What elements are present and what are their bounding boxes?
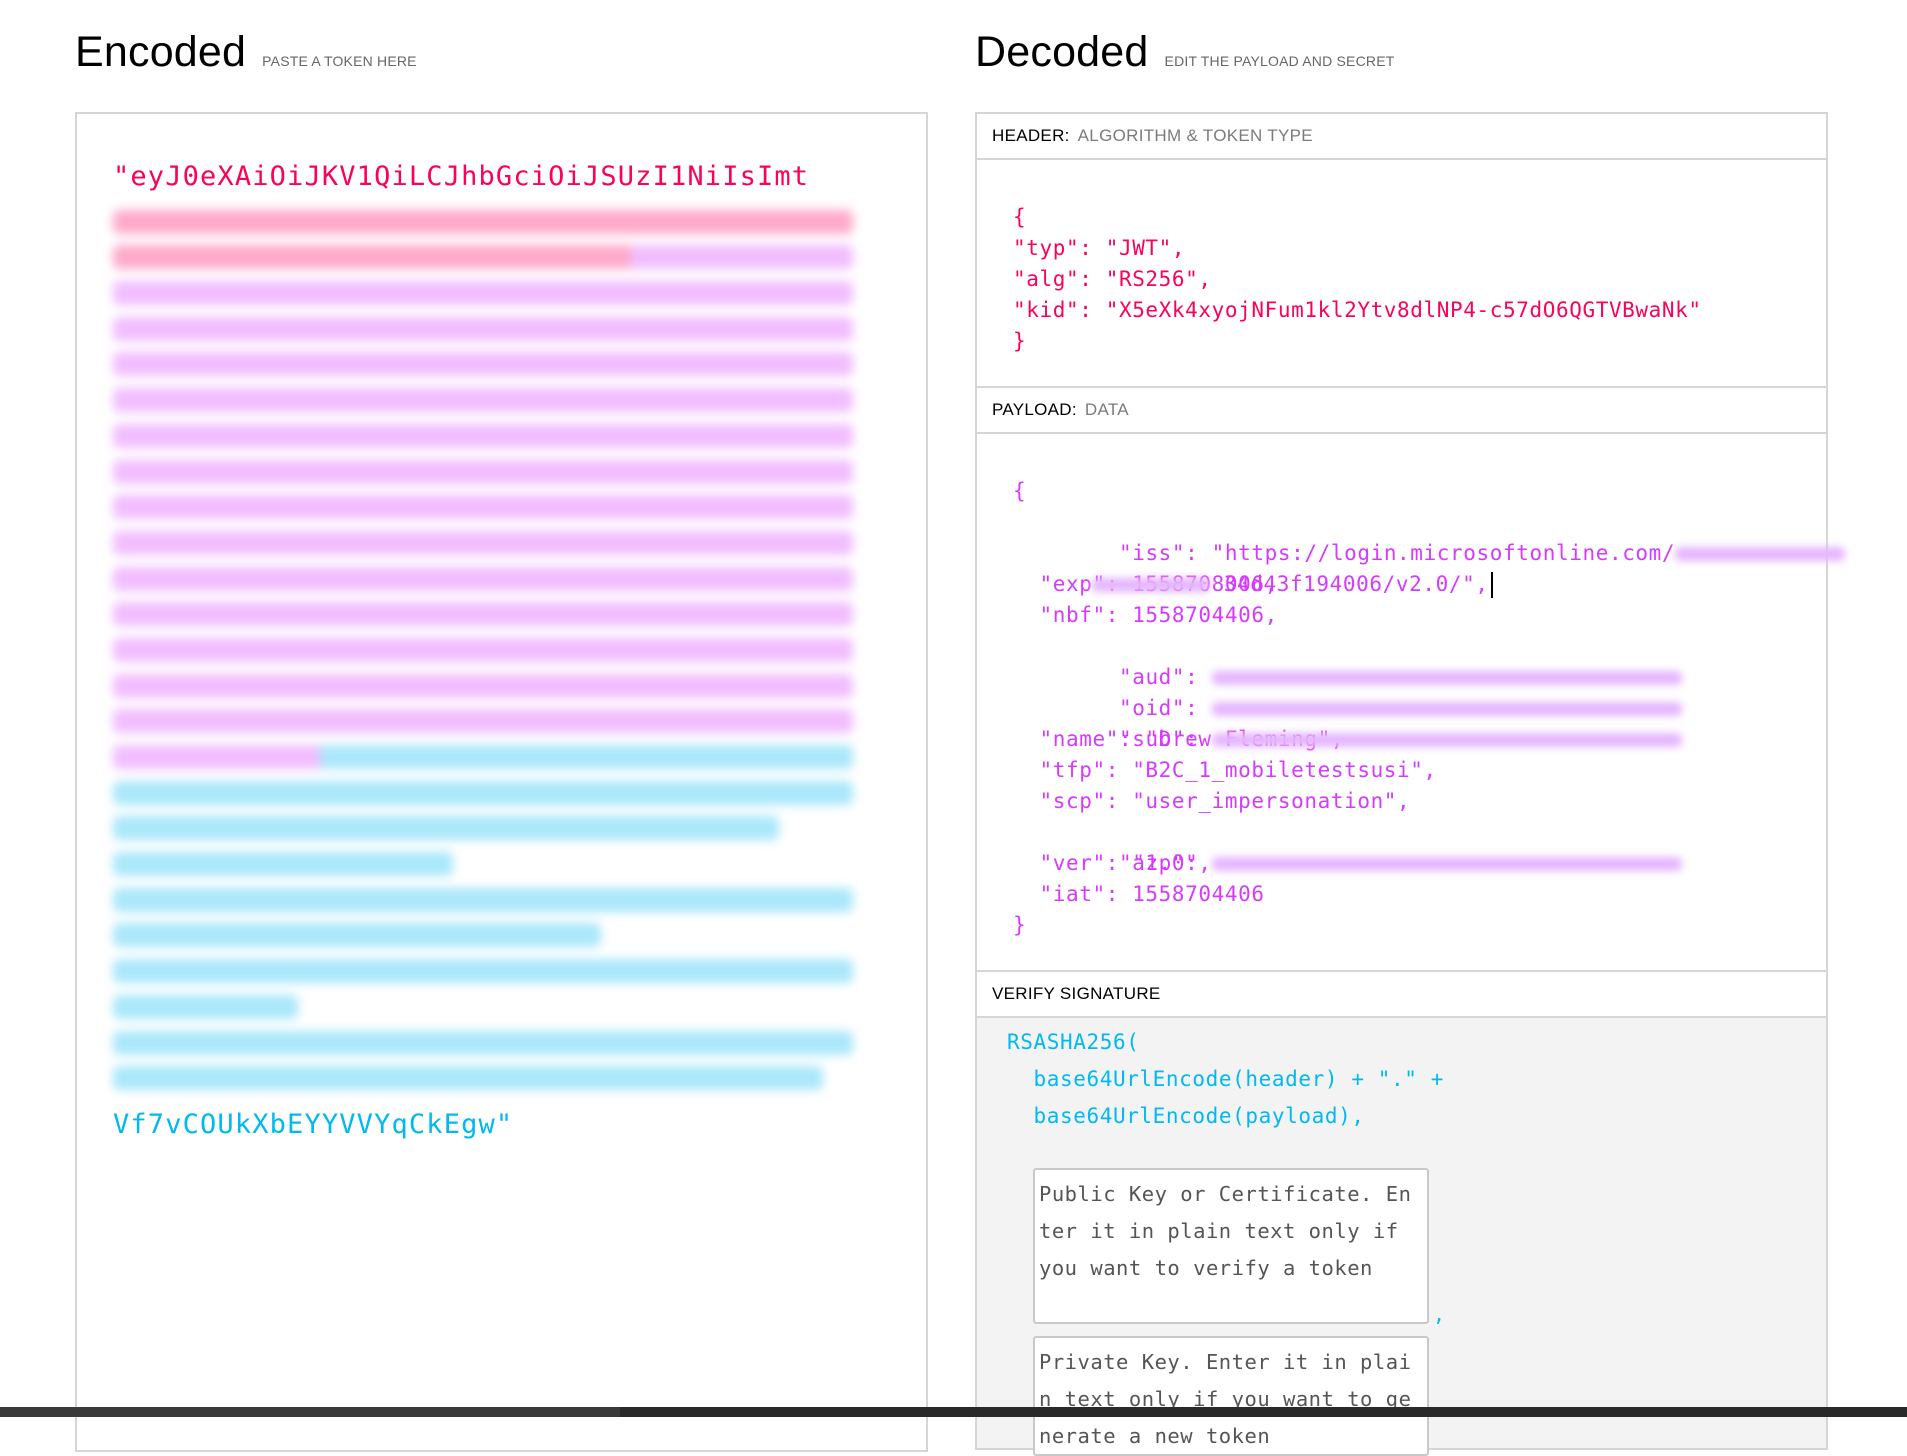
redacted-token-line bbox=[113, 673, 853, 698]
redacted-token-line bbox=[113, 816, 779, 841]
encoded-token-redacted bbox=[113, 209, 853, 1091]
redacted-token-line bbox=[113, 352, 853, 377]
verify-code-line: base64UrlEncode(payload), bbox=[1007, 1104, 1365, 1128]
text-cursor bbox=[1490, 572, 1493, 598]
redacted-token-line bbox=[113, 245, 853, 270]
redacted-token-line bbox=[113, 887, 853, 912]
verify-label: VERIFY SIGNATURE bbox=[992, 984, 1161, 1003]
payload-redacted-value bbox=[1675, 547, 1846, 561]
header-json-line: "typ": "JWT", bbox=[1013, 236, 1186, 260]
header-json-line: { bbox=[1013, 205, 1027, 229]
redacted-token-line bbox=[113, 745, 853, 769]
header-json-line: "kid": "X5eXk4xyojNFum1kl2Ytv8dlNP4-c57d… bbox=[1013, 298, 1702, 322]
redacted-token-line bbox=[113, 209, 853, 234]
redacted-token-line bbox=[113, 281, 853, 306]
payload-json-line: "nbf": 1558704406, bbox=[1013, 603, 1278, 627]
redacted-token-line bbox=[113, 388, 853, 413]
payload-json-editor[interactable]: { "iss": "https://login.microsoftonline.… bbox=[1013, 476, 1846, 941]
decoded-title: Decoded bbox=[975, 28, 1149, 76]
redacted-token-line bbox=[113, 709, 853, 734]
header-json-line: } bbox=[1013, 329, 1027, 353]
payload-panel-title: PAYLOAD: DATA bbox=[977, 388, 1826, 434]
verify-code-line: base64UrlEncode(header) + "." + bbox=[1007, 1067, 1445, 1091]
encoded-token-last-line: Vf7vCOUkXbEYYVVYqCkEgw" bbox=[113, 1108, 514, 1140]
payload-label: PAYLOAD: bbox=[992, 400, 1077, 419]
payload-key: "oid": bbox=[1092, 696, 1212, 720]
scrollbar-track bbox=[620, 1407, 1907, 1417]
payload-redacted-value bbox=[1092, 578, 1211, 592]
private-key-input[interactable]: Private Key. Enter it in plain text only… bbox=[1033, 1336, 1429, 1456]
verify-panel-title: VERIFY SIGNATURE bbox=[977, 972, 1826, 1018]
redacted-token-line bbox=[113, 602, 853, 627]
payload-redacted-value bbox=[1211, 857, 1682, 871]
verify-code-comma: , bbox=[1433, 1302, 1446, 1326]
decoded-subtitle: EDIT THE PAYLOAD AND SECRET bbox=[1164, 53, 1395, 69]
encoded-token-first-line: "eyJ0eXAiOiJKV1QiLCJhbGciOiJSUzI1NiIsImt bbox=[113, 161, 810, 192]
redacted-token-line bbox=[113, 1030, 853, 1055]
payload-panel: PAYLOAD: DATA { "iss": "https://login.mi… bbox=[975, 386, 1846, 972]
encoded-subtitle: PASTE A TOKEN HERE bbox=[262, 53, 417, 69]
redacted-token-line bbox=[113, 852, 454, 877]
encoded-title: Encoded bbox=[75, 28, 247, 76]
public-key-input[interactable]: Public Key or Certificate. Enter it in p… bbox=[1033, 1168, 1429, 1324]
redacted-token-line bbox=[113, 1066, 824, 1091]
payload-json-line: { bbox=[1013, 479, 1027, 503]
redacted-token-line bbox=[113, 637, 853, 662]
redacted-token-line bbox=[113, 959, 853, 984]
payload-json-line: "iat": 1558704406 bbox=[1013, 882, 1265, 906]
verify-code: RSASHA256( base64UrlEncode(header) + "."… bbox=[1007, 1024, 1444, 1135]
header-json-editor[interactable]: { "typ": "JWT", "alg": "RS256", "kid": "… bbox=[1013, 202, 1702, 357]
redacted-token-line bbox=[113, 566, 853, 591]
decoded-heading: Decoded EDIT THE PAYLOAD AND SECRET bbox=[975, 28, 1395, 77]
payload-json-line: "scp": "user_impersonation", bbox=[1013, 789, 1411, 813]
encoded-heading: Encoded PASTE A TOKEN HERE bbox=[75, 28, 417, 77]
payload-json-line: "azp": bbox=[1013, 817, 1845, 875]
payload-key: "aud": bbox=[1092, 665, 1212, 689]
redacted-token-line bbox=[113, 994, 298, 1019]
payload-json-line: "aud": bbox=[1013, 631, 1845, 689]
payload-json-line: "tfp": "B2C_1_mobiletestsusi", bbox=[1013, 758, 1437, 782]
header-description: ALGORITHM & TOKEN TYPE bbox=[1077, 126, 1313, 145]
payload-json-line: "iss": "https://login.microsoftonline.co… bbox=[1013, 507, 1846, 565]
encoded-token-editor[interactable]: "eyJ0eXAiOiJKV1QiLCJhbGciOiJSUzI1NiIsImt… bbox=[75, 112, 928, 1452]
redacted-token-line bbox=[113, 459, 853, 484]
redacted-token-line bbox=[113, 923, 602, 948]
verify-signature-panel: VERIFY SIGNATURE RSASHA256( base64UrlEnc… bbox=[975, 970, 1828, 1456]
redacted-token-line bbox=[113, 423, 853, 448]
header-panel: HEADER: ALGORITHM & TOKEN TYPE { "typ": … bbox=[975, 112, 1828, 388]
horizontal-scrollbar[interactable] bbox=[0, 1407, 1907, 1417]
redacted-token-line bbox=[113, 495, 853, 520]
header-panel-title: HEADER: ALGORITHM & TOKEN TYPE bbox=[977, 114, 1826, 160]
header-json-line: "alg": "RS256", bbox=[1013, 267, 1212, 291]
payload-redacted-value bbox=[1211, 671, 1682, 685]
redacted-token-line bbox=[113, 780, 853, 805]
payload-description: DATA bbox=[1084, 400, 1129, 419]
payload-json-line: } bbox=[1013, 913, 1027, 937]
payload-redacted-value bbox=[1211, 733, 1682, 747]
payload-redacted-value bbox=[1211, 702, 1682, 716]
redacted-token-line bbox=[113, 530, 853, 555]
payload-iss-prefix: "iss": "https://login.microsoftonline.co… bbox=[1092, 541, 1676, 565]
header-label: HEADER: bbox=[992, 126, 1070, 145]
redacted-token-line bbox=[113, 316, 853, 341]
verify-code-line: RSASHA256( bbox=[1007, 1030, 1140, 1054]
